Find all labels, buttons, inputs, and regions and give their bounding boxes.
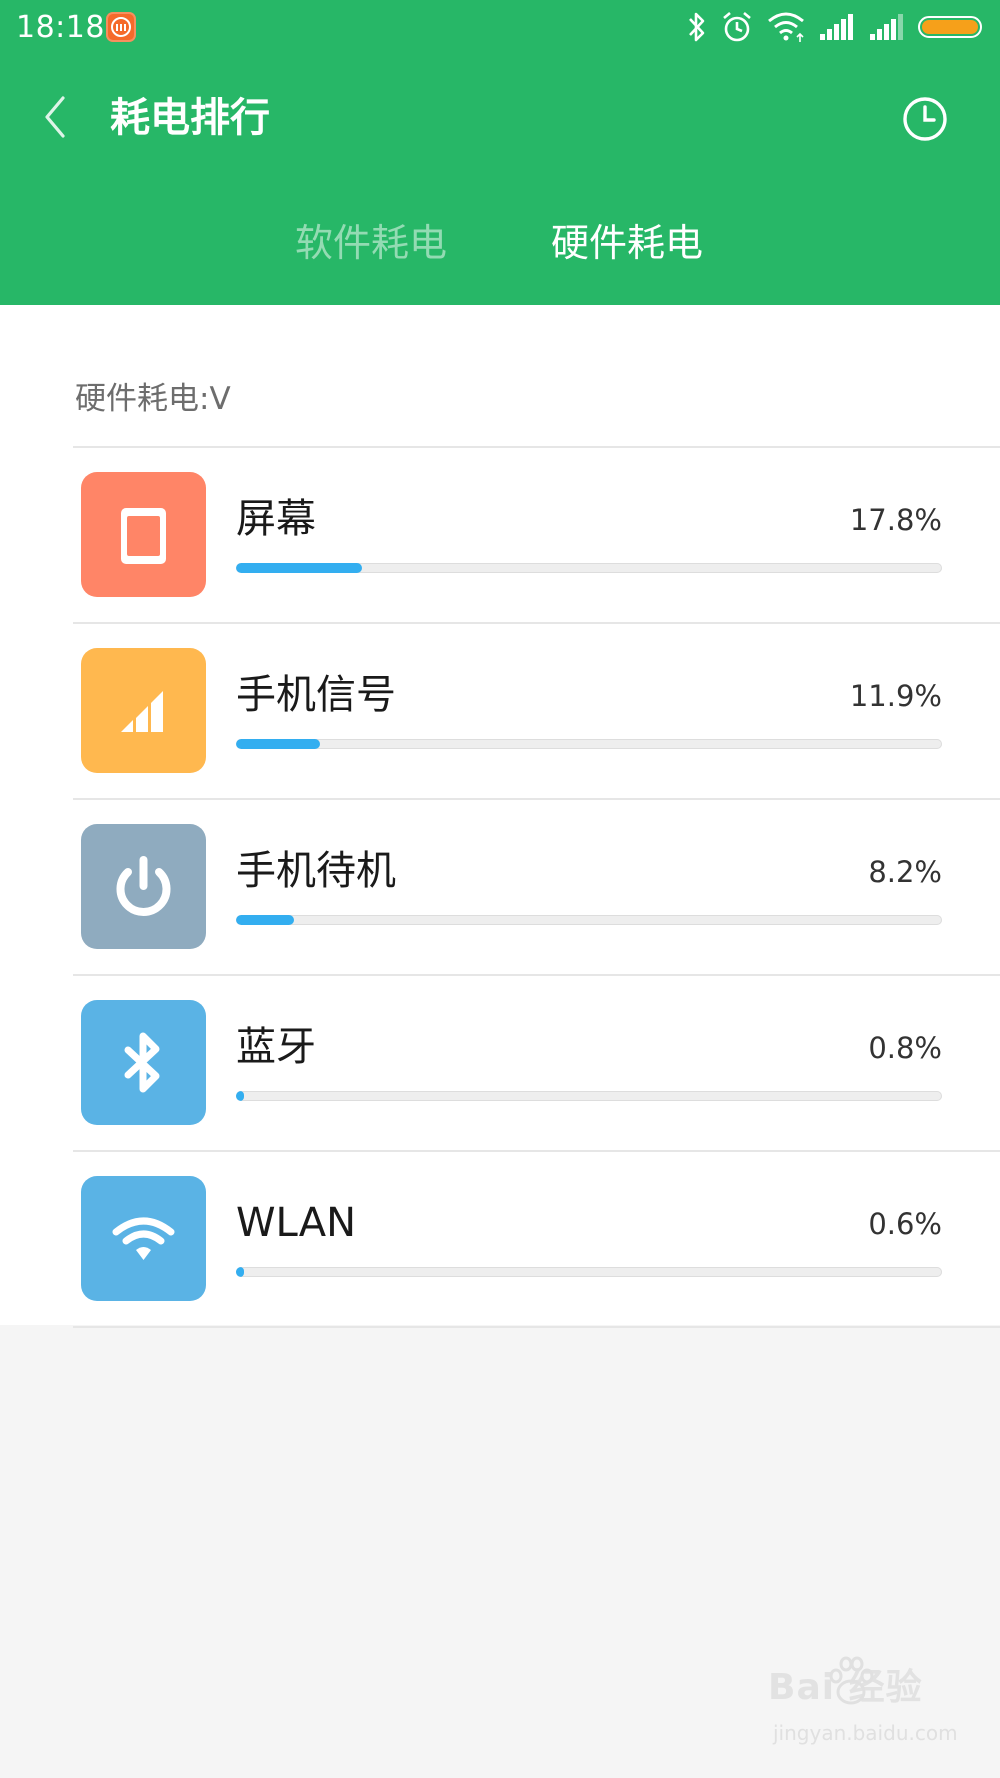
alarm-status-icon — [720, 10, 754, 48]
bluetooth-icon — [81, 1000, 206, 1125]
item-name: 蓝牙 — [236, 1024, 316, 1070]
list-item-mobile-signal[interactable]: 手机信号 11.9% — [0, 624, 1000, 800]
usage-bar-fill — [236, 1267, 244, 1277]
item-name: WLAN — [236, 1200, 357, 1246]
wifi-icon — [81, 1176, 206, 1301]
signal-status-icon-1 — [818, 10, 856, 48]
tab-hardware-power[interactable]: 硬件耗电 — [551, 218, 703, 268]
clock-icon — [903, 97, 947, 141]
battery-level — [922, 20, 978, 34]
watermark-url: jingyan.baidu.com — [773, 1721, 958, 1745]
usage-bar-track — [236, 1091, 942, 1101]
back-chevron-icon — [45, 96, 65, 138]
section-label: 硬件耗电:V — [75, 381, 231, 417]
usage-bar-track — [236, 563, 942, 573]
hardware-power-list: 硬件耗电:V 屏幕 17.8% 手机信号 11.9% 手机待机 8.2% 蓝牙 … — [0, 305, 1000, 1328]
signal-icon — [81, 648, 206, 773]
back-button[interactable] — [36, 92, 76, 142]
item-name: 手机待机 — [236, 848, 396, 894]
bluetooth-status-icon — [686, 10, 708, 48]
history-button[interactable] — [900, 94, 950, 144]
baidu-jingyan-watermark: Bai 经验 jingyan.baidu.com — [768, 1656, 968, 1766]
battery-icon — [918, 16, 982, 38]
signal-status-icon-2 — [868, 10, 906, 48]
usage-bar-track — [236, 739, 942, 749]
row-divider — [73, 1326, 1000, 1328]
usage-bar-track — [236, 1267, 942, 1277]
paw-icon — [829, 1656, 874, 1705]
screen-icon — [81, 472, 206, 597]
app-header: 18:18 耗电排行 软件耗电 硬件耗电 — [0, 0, 1000, 305]
usage-bar-fill — [236, 1091, 244, 1101]
status-bar: 18:18 — [0, 0, 1000, 56]
item-percent: 0.8% — [868, 1031, 942, 1065]
mi-app-notification-icon — [106, 12, 136, 42]
item-name: 手机信号 — [236, 672, 396, 718]
usage-bar-track — [236, 915, 942, 925]
wifi-status-icon — [766, 10, 806, 48]
list-item-screen[interactable]: 屏幕 17.8% — [0, 448, 1000, 624]
item-percent: 0.6% — [868, 1207, 942, 1241]
list-item-standby[interactable]: 手机待机 8.2% — [0, 800, 1000, 976]
item-name: 屏幕 — [236, 496, 316, 542]
power-icon — [81, 824, 206, 949]
tab-software-power[interactable]: 软件耗电 — [295, 218, 447, 268]
item-percent: 8.2% — [868, 855, 942, 889]
usage-bar-fill — [236, 739, 320, 749]
list-item-bluetooth[interactable]: 蓝牙 0.8% — [0, 976, 1000, 1152]
status-time: 18:18 — [16, 10, 105, 45]
usage-bar-fill — [236, 563, 362, 573]
item-percent: 11.9% — [849, 679, 942, 713]
item-percent: 17.8% — [849, 503, 942, 537]
usage-bar-fill — [236, 915, 294, 925]
page-title: 耗电排行 — [110, 95, 270, 141]
list-item-wlan[interactable]: WLAN 0.6% — [0, 1152, 1000, 1328]
